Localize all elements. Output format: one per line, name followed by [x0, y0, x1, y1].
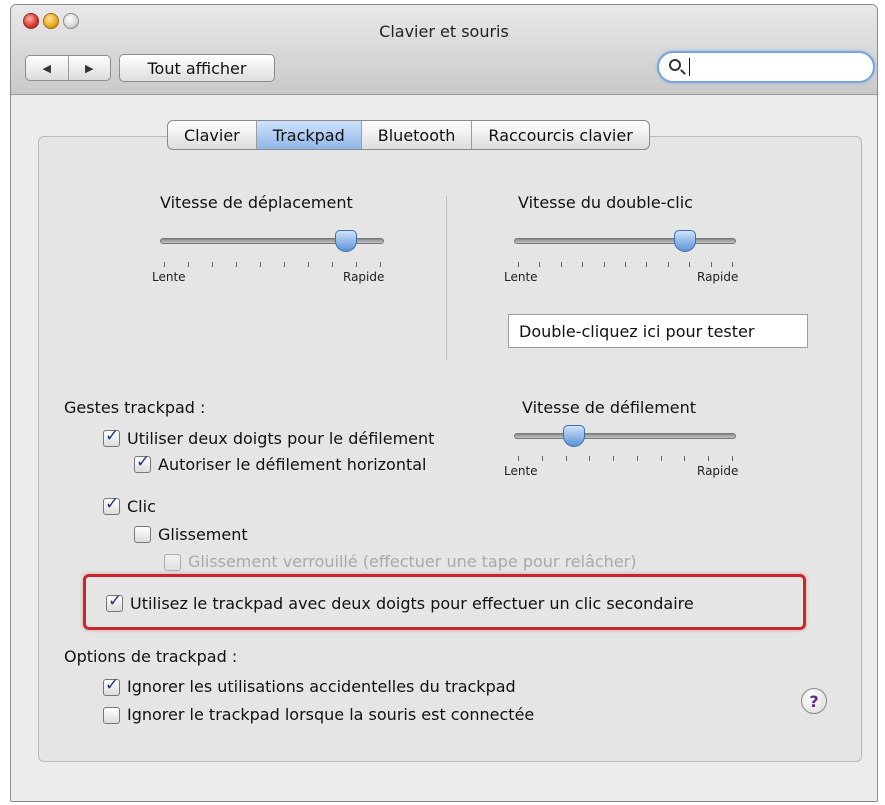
double-click-speed-max-label: Rapide: [697, 270, 739, 284]
ignore-with-mouse-label: Ignorer le trackpad lorsque la souris es…: [127, 705, 535, 724]
drag-lock-label: Glissement verrouillé (effectuer une tap…: [188, 552, 637, 571]
slider-tick: [708, 456, 710, 461]
gestures-heading: Gestes trackpad :: [64, 398, 206, 417]
double-click-speed-title: Vitesse du double-clic: [518, 193, 693, 212]
title-bar: Clavier et souris ◀ ▶ Tout afficher: [11, 5, 877, 95]
ignore-accidental-label: Ignorer les utilisations accidentelles d…: [127, 677, 516, 696]
slider-tick: [560, 262, 562, 267]
slider-tick: [667, 262, 669, 267]
slider-tick: [660, 456, 662, 461]
scroll-speed-min-label: Lente: [504, 464, 538, 478]
window-title: Clavier et souris: [379, 22, 509, 41]
trackpad-panel: [38, 136, 862, 762]
tab-trackpad[interactable]: Trackpad: [256, 121, 362, 149]
slider-tick: [518, 456, 519, 461]
back-icon[interactable]: ◀: [26, 56, 69, 80]
help-button[interactable]: ?: [801, 688, 827, 714]
scroll-speed-max-label: Rapide: [697, 464, 739, 478]
slider-tick: [589, 456, 591, 461]
tab-bluetooth[interactable]: Bluetooth: [362, 121, 473, 149]
window-footer: [11, 785, 877, 801]
show-all-button[interactable]: Tout afficher: [119, 54, 275, 82]
slider-tick: [603, 262, 605, 267]
horizontal-scroll-label: Autoriser le défilement horizontal: [158, 455, 427, 474]
ignore-accidental-checkbox[interactable]: [103, 675, 120, 696]
slider-tick: [684, 456, 686, 461]
drag-label: Glissement: [158, 525, 248, 544]
tracking-speed-max-label: Rapide: [343, 270, 385, 284]
back-forward-control: ◀ ▶: [25, 55, 111, 81]
slider-tick: [539, 262, 541, 267]
double-click-speed-track[interactable]: [514, 238, 736, 244]
search-field[interactable]: [657, 51, 875, 83]
search-caret: [689, 58, 690, 76]
click-label: Clic: [127, 497, 156, 516]
tab-clavier[interactable]: Clavier: [168, 121, 257, 149]
forward-icon[interactable]: ▶: [69, 56, 111, 80]
two-finger-scroll-checkbox[interactable]: [103, 426, 120, 447]
slider-tick: [236, 262, 237, 267]
slider-tick: [332, 262, 333, 267]
slider-tick: [732, 456, 733, 461]
slider-tick: [164, 262, 165, 267]
magnifier-icon: [669, 59, 681, 71]
tracking-speed-title: Vitesse de déplacement: [160, 193, 353, 212]
slider-tick: [636, 456, 638, 461]
speed-divider: [446, 196, 447, 360]
double-click-speed-min-label: Lente: [504, 270, 538, 284]
slider-tick: [565, 456, 567, 461]
slider-tick: [212, 262, 213, 267]
slider-tick: [260, 262, 261, 267]
drag-lock-checkbox[interactable]: [164, 554, 181, 571]
slider-tick: [689, 262, 691, 267]
tracking-speed-min-label: Lente: [152, 270, 186, 284]
slider-tick: [541, 456, 543, 461]
click-checkbox[interactable]: [103, 494, 120, 515]
slider-tick: [646, 262, 648, 267]
slider-tick: [613, 456, 615, 461]
slider-tick: [582, 262, 584, 267]
trackpad-options-heading: Options de trackpad :: [64, 647, 238, 666]
slider-tick: [710, 262, 712, 267]
tab-bar: Clavier Trackpad Bluetooth Raccourcis cl…: [167, 120, 650, 150]
double-click-speed-slider-knob[interactable]: [673, 230, 696, 252]
slider-tick: [188, 262, 189, 267]
scroll-speed-track[interactable]: [514, 433, 736, 439]
two-finger-scroll-label: Utiliser deux doigts pour le défilement: [127, 429, 435, 448]
secondary-click-label: Utilisez le trackpad avec deux doigts po…: [130, 594, 694, 613]
secondary-click-checkbox[interactable]: [106, 591, 123, 612]
horizontal-scroll-checkbox[interactable]: [134, 452, 151, 473]
scroll-speed-title: Vitesse de défilement: [522, 398, 697, 417]
slider-tick: [308, 262, 309, 267]
slider-tick: [625, 262, 626, 267]
slider-tick: [284, 262, 285, 267]
slider-tick: [380, 262, 381, 267]
ignore-with-mouse-checkbox[interactable]: [103, 707, 120, 724]
slider-tick: [732, 262, 733, 267]
scroll-speed-slider-knob[interactable]: [562, 425, 585, 447]
slider-tick: [518, 262, 519, 267]
tracking-speed-slider-knob[interactable]: [334, 230, 357, 252]
double-click-test-area[interactable]: Double-cliquez ici pour tester: [508, 314, 808, 348]
slider-tick: [356, 262, 357, 267]
tab-raccourcis-clavier[interactable]: Raccourcis clavier: [472, 121, 648, 149]
drag-checkbox[interactable]: [134, 526, 151, 543]
